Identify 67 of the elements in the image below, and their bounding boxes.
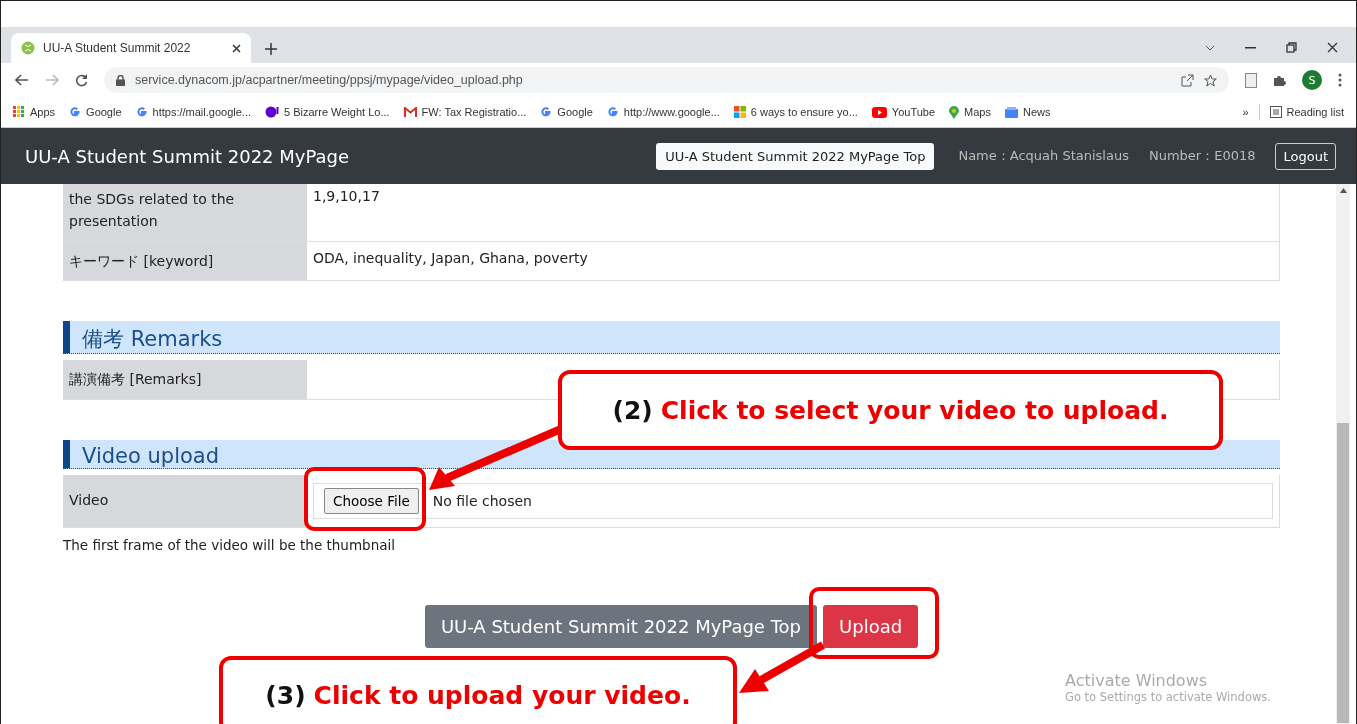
back-arrow-icon[interactable] [15, 74, 29, 86]
bookmark[interactable]: FW: Tax Registratio... [403, 106, 527, 118]
field-label: the SDGs related to the presentation [63, 184, 307, 242]
lock-icon [116, 74, 125, 86]
bookmark[interactable]: News [1004, 106, 1051, 118]
field-label: Video [63, 474, 307, 528]
google-logo-icon [540, 106, 553, 118]
bookmark[interactable]: Google [69, 106, 122, 118]
kebab-menu-icon[interactable] [1338, 73, 1342, 87]
reading-list-button[interactable]: Reading list [1269, 106, 1344, 118]
field-value: ODA, inequality, Japan, Ghana, poverty [307, 241, 1280, 281]
field-label: キーワード [keyword] [63, 241, 307, 281]
mypage-top-button[interactable]: UU-A Student Summit 2022 MyPage Top [424, 604, 818, 648]
bookmark[interactable]: Maps [949, 105, 991, 119]
play-icon [871, 106, 887, 118]
bookmark[interactable]: 5 Bizarre Weight Lo... [265, 106, 390, 118]
reload-icon[interactable] [75, 73, 88, 87]
mail-icon [403, 107, 417, 117]
four-squares-icon [733, 106, 746, 118]
browser-tab[interactable]: UU-A Student Summit 2022 [11, 33, 251, 63]
google-logo-icon [135, 106, 148, 118]
bookmark[interactable]: http://www.google... [606, 106, 720, 118]
document-icon[interactable] [1245, 72, 1257, 88]
apps-grid-icon [13, 106, 25, 118]
bookmark[interactable]: 6 ways to ensure yo... [733, 106, 858, 118]
user-name: Name：Acquah Stanislaus [958, 147, 1129, 165]
profile-avatar[interactable]: S [1302, 70, 1322, 90]
upload-button[interactable]: Upload [823, 604, 919, 648]
callout: (3) Click to upload your video. [219, 656, 737, 724]
tab-title: UU-A Student Summit 2022 [43, 41, 192, 55]
google-logo-icon [69, 106, 82, 118]
globe-icon [21, 41, 35, 55]
new-tab-icon[interactable] [265, 43, 277, 55]
bookmark[interactable]: Apps [13, 106, 56, 118]
restore-icon[interactable] [1286, 42, 1297, 53]
scroll-up-icon[interactable] [1339, 188, 1347, 193]
mypage-top-button[interactable]: UU-A Student Summit 2022 MyPage Top [656, 142, 935, 170]
field-label: 講演備考 [Remarks] [63, 360, 307, 400]
file-status: No file chosen [432, 492, 532, 509]
newspaper-icon [1004, 106, 1018, 118]
user-number: Number：E0018 [1148, 147, 1256, 165]
bookmarks-overflow-button[interactable]: » [1242, 106, 1249, 118]
yahoo-logo-icon [265, 106, 279, 118]
logout-button[interactable]: Logout [1275, 142, 1336, 170]
close-icon[interactable] [232, 43, 241, 53]
bookmark[interactable]: https://mail.google... [135, 106, 251, 118]
close-icon[interactable] [1327, 42, 1338, 53]
help-text: The first frame of the video will be the thumbnail [63, 536, 396, 553]
site-title[interactable]: UU-A Student Summit 2022 MyPage [25, 145, 350, 167]
minimize-icon[interactable] [1245, 46, 1256, 49]
map-pin-icon [949, 105, 960, 119]
list-icon [1269, 106, 1282, 118]
address-bar[interactable]: service.dynacom.jp/acpartner/meeting/ppsj/mypage/video_upload.php [104, 67, 1229, 93]
callout: (2) Click to select your video to upload. [558, 370, 1223, 450]
chevron-down-icon[interactable] [1205, 44, 1215, 51]
bookmark[interactable]: Google [540, 106, 593, 118]
puzzle-piece-icon[interactable] [1273, 73, 1286, 87]
section-heading: 備考 Remarks [63, 321, 1280, 355]
star-icon[interactable] [1204, 73, 1217, 87]
choose-file-button[interactable]: Choose File [324, 487, 419, 514]
scrollbar[interactable] [1336, 184, 1350, 724]
share-icon[interactable] [1181, 73, 1194, 87]
google-logo-icon [606, 106, 619, 118]
bookmark[interactable]: YouTube [871, 106, 936, 118]
activation-notice: Activate Windows Go to Settings to activate Windows. [1065, 671, 1271, 704]
file-input[interactable]: Choose File No file chosen [313, 482, 1273, 519]
field-value: 1,9,10,17 [307, 184, 1280, 242]
